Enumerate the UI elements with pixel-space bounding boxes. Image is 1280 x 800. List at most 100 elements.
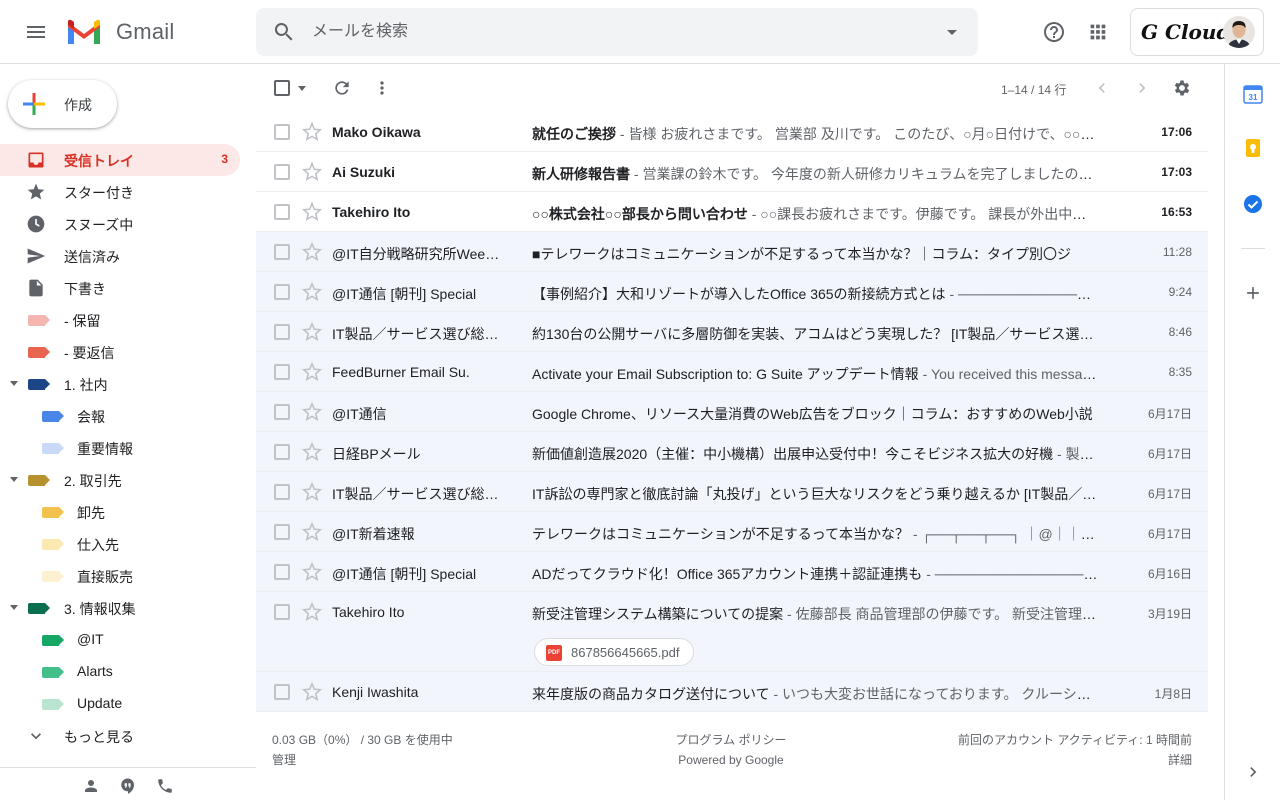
- sidebar-item-atit[interactable]: @IT: [0, 624, 240, 656]
- expand-panel-chevron-icon[interactable]: [1243, 762, 1263, 782]
- sidebar-item-clients[interactable]: 2. 取引先: [0, 464, 240, 496]
- sidebar-nav: 受信トレイ 3 スター付き スヌーズ中 送信済み 下書き - 保留 - 要返信 …: [0, 144, 256, 752]
- google-apps-icon[interactable]: [1082, 16, 1114, 48]
- select-all-checkbox[interactable]: [274, 80, 290, 96]
- search-input[interactable]: [312, 8, 912, 56]
- sidebar-item-drafts[interactable]: 下書き: [0, 272, 240, 304]
- row-checkbox[interactable]: [274, 124, 290, 140]
- sidebar-item-important-info[interactable]: 重要情報: [0, 432, 240, 464]
- tasks-icon[interactable]: [1243, 194, 1263, 214]
- hangouts-icon[interactable]: [118, 776, 138, 796]
- row-checkbox[interactable]: [274, 444, 290, 460]
- row-checkbox[interactable]: [274, 204, 290, 220]
- phone-icon[interactable]: [155, 776, 175, 796]
- mail-row[interactable]: IT製品／サービス選び総合ガイド IT訴訟の専門家と徹底討論「丸投げ」という巨大…: [256, 472, 1208, 512]
- mail-row[interactable]: Takehiro Ito 新受注管理システム構築についての提案 - 佐藤部長 商…: [256, 592, 1208, 672]
- star-outline-icon[interactable]: [302, 442, 322, 462]
- gear-icon[interactable]: [1170, 76, 1194, 100]
- activity-details-link[interactable]: 詳細: [958, 750, 1192, 770]
- mail-row[interactable]: @IT自分戦略研究所Weekly ■テレワークはコミュニケーションが不足するって…: [256, 232, 1208, 272]
- sidebar-item-suppliers[interactable]: 仕入先: [0, 528, 240, 560]
- mail-row[interactable]: Kenji Iwashita 来年度版の商品カタログ送付について - いつも大変…: [256, 672, 1208, 712]
- keep-icon[interactable]: [1243, 138, 1263, 158]
- attachment-chip[interactable]: PDF 867856645665.pdf: [534, 638, 694, 666]
- star-outline-icon[interactable]: [302, 682, 322, 702]
- expand-caret-icon[interactable]: [10, 381, 18, 386]
- gmail-logo-icon[interactable]: [66, 18, 102, 46]
- compose-button[interactable]: 作成: [8, 80, 117, 128]
- expand-caret-icon[interactable]: [10, 605, 18, 610]
- star-outline-icon[interactable]: [302, 202, 322, 222]
- manage-storage-link[interactable]: 管理: [272, 750, 453, 770]
- sidebar-item-newsletter[interactable]: 会報: [0, 400, 240, 432]
- row-checkbox[interactable]: [274, 404, 290, 420]
- sidebar-item-hold[interactable]: - 保留: [0, 304, 240, 336]
- star-outline-icon[interactable]: [302, 282, 322, 302]
- star-outline-icon[interactable]: [302, 322, 322, 342]
- mail-row[interactable]: 日経BPメール 新価値創造展2020（主催：中小機構）出展申込受付中！今こそビジ…: [256, 432, 1208, 472]
- star-outline-icon[interactable]: [302, 402, 322, 422]
- mail-row[interactable]: FeedBurner Email Su. Activate your Email…: [256, 352, 1208, 392]
- help-icon[interactable]: [1038, 16, 1070, 48]
- search-icon[interactable]: [270, 18, 298, 46]
- row-checkbox[interactable]: [274, 164, 290, 180]
- mail-sender: Takehiro Ito: [332, 204, 411, 220]
- star-outline-icon[interactable]: [302, 362, 322, 382]
- row-checkbox[interactable]: [274, 244, 290, 260]
- calendar-icon[interactable]: 31: [1243, 84, 1263, 104]
- star-outline-icon[interactable]: [302, 522, 322, 542]
- sidebar-item-reply-needed[interactable]: - 要返信: [0, 336, 240, 368]
- row-checkbox[interactable]: [274, 324, 290, 340]
- mail-snippet: - 製品・サービスのご案内: [1057, 446, 1098, 462]
- search-options-dropdown-icon[interactable]: [940, 20, 964, 44]
- sidebar-item-more[interactable]: もっと見る: [0, 720, 240, 752]
- row-checkbox[interactable]: [274, 364, 290, 380]
- sidebar-item-starred[interactable]: スター付き: [0, 176, 240, 208]
- sidebar-item-internal[interactable]: 1. 社内: [0, 368, 240, 400]
- row-checkbox[interactable]: [274, 284, 290, 300]
- mail-row[interactable]: @IT新着速報 テレワークはコミュニケーションが不足するって本当かな？ - ┌─…: [256, 512, 1208, 552]
- star-outline-icon[interactable]: [302, 482, 322, 502]
- program-policy-link[interactable]: プログラム ポリシー: [656, 730, 806, 750]
- account-button[interactable]: G Cloud: [1130, 8, 1264, 56]
- sidebar-item-wholesale[interactable]: 卸先: [0, 496, 240, 528]
- add-addon-plus-icon[interactable]: [1243, 283, 1263, 303]
- sidebar-item-sent[interactable]: 送信済み: [0, 240, 240, 272]
- mail-row[interactable]: Mako Oikawa 就任のご挨拶 - 皆様 お疲れさまです。 営業部 及川で…: [256, 112, 1208, 152]
- mail-row[interactable]: @IT通信 [朝刊] Special ADだってクラウド化！Office 365…: [256, 552, 1208, 592]
- star-outline-icon[interactable]: [302, 122, 322, 142]
- sidebar-item-alarts[interactable]: Alarts: [0, 656, 240, 688]
- mail-row[interactable]: Takehiro Ito ○○株式会社○○部長から問い合わせ - ○○課長お疲れ…: [256, 192, 1208, 232]
- mail-footer: 0.03 GB（0%） / 30 GB を使用中 管理 プログラム ポリシー P…: [256, 712, 1208, 800]
- select-options-caret-icon[interactable]: [298, 86, 306, 91]
- mail-row[interactable]: Ai Suzuki 新人研修報告書 - 営業課の鈴木です。 今年度の新人研修カリ…: [256, 152, 1208, 192]
- chevron-left-icon[interactable]: [1090, 76, 1114, 100]
- mail-row[interactable]: @IT通信 [朝刊] Special 【事例紹介】大和リゾートが導入したOffi…: [256, 272, 1208, 312]
- sidebar-item-update[interactable]: Update: [0, 688, 240, 720]
- row-checkbox[interactable]: [274, 604, 290, 620]
- expand-caret-icon[interactable]: [10, 477, 18, 482]
- sidebar-item-inbox[interactable]: 受信トレイ 3: [0, 144, 240, 176]
- row-checkbox[interactable]: [274, 484, 290, 500]
- sidebar-item-info-gathering[interactable]: 3. 情報収集: [0, 592, 240, 624]
- star-outline-icon[interactable]: [302, 562, 322, 582]
- sidebar-item-label: 卸先: [77, 505, 105, 521]
- sidebar-item-label: スター付き: [64, 185, 134, 201]
- draft-icon: [26, 278, 46, 298]
- refresh-icon[interactable]: [330, 76, 354, 100]
- row-checkbox[interactable]: [274, 564, 290, 580]
- star-outline-icon[interactable]: [302, 602, 322, 622]
- contacts-person-icon[interactable]: [81, 776, 101, 796]
- mail-subject: 【事例紹介】大和リゾートが導入したOffice 365の新接続方式とは: [532, 286, 946, 302]
- more-vertical-icon[interactable]: [370, 76, 394, 100]
- row-checkbox[interactable]: [274, 524, 290, 540]
- mail-row[interactable]: @IT通信 Google Chrome、リソース大量消費のWeb広告をブロック｜…: [256, 392, 1208, 432]
- star-outline-icon[interactable]: [302, 162, 322, 182]
- chevron-right-icon[interactable]: [1130, 76, 1154, 100]
- row-checkbox[interactable]: [274, 684, 290, 700]
- sidebar-item-snoozed[interactable]: スヌーズ中: [0, 208, 240, 240]
- mail-row[interactable]: IT製品／サービス選び総合ガイド 約130台の公開サーバに多層防御を実装、アコム…: [256, 312, 1208, 352]
- main-menu-button[interactable]: [16, 12, 56, 52]
- star-outline-icon[interactable]: [302, 242, 322, 262]
- sidebar-item-direct-sales[interactable]: 直接販売: [0, 560, 240, 592]
